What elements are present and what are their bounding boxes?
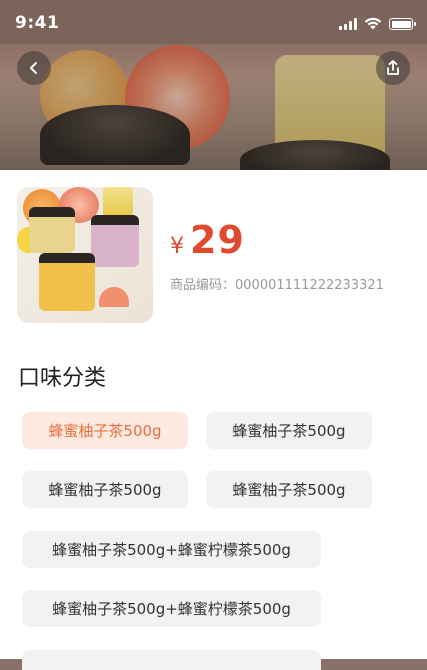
- currency-symbol: ¥: [170, 234, 184, 259]
- flavor-option-partial[interactable]: [22, 650, 321, 670]
- chevron-left-icon: [30, 62, 37, 74]
- product-thumbnail: [17, 187, 153, 323]
- flavor-option[interactable]: 蜂蜜柚子茶500g: [22, 412, 188, 449]
- product-code-label: 商品编码：: [170, 278, 236, 293]
- flavor-option[interactable]: 蜂蜜柚子茶500g: [206, 471, 372, 508]
- flavor-option[interactable]: 蜂蜜柚子茶500g: [22, 471, 188, 508]
- status-bar: 9:41: [0, 0, 427, 44]
- status-icons: [339, 16, 416, 30]
- price-value: 29: [190, 218, 245, 262]
- flavor-option[interactable]: 蜂蜜柚子茶500g+蜂蜜柠檬茶500g: [22, 531, 321, 568]
- product-price: ¥ 29: [170, 218, 245, 262]
- product-sheet: ¥ 29 商品编码：000001111222233321 口味分类 蜂蜜柚子茶5…: [0, 170, 427, 670]
- wifi-icon: [364, 17, 382, 30]
- flavor-section-title: 口味分类: [18, 366, 107, 391]
- flavor-option[interactable]: 蜂蜜柚子茶500g: [206, 412, 372, 449]
- battery-icon: [389, 18, 416, 30]
- share-button[interactable]: [376, 51, 410, 85]
- product-code-value: 000001111222233321: [235, 278, 384, 293]
- flavor-option[interactable]: 蜂蜜柚子茶500g+蜂蜜柠檬茶500g: [22, 590, 321, 627]
- status-time: 9:41: [15, 13, 60, 33]
- product-code: 商品编码：000001111222233321: [170, 274, 384, 293]
- signal-icon: [339, 18, 357, 30]
- share-icon: [387, 60, 399, 75]
- back-button[interactable]: [17, 51, 51, 85]
